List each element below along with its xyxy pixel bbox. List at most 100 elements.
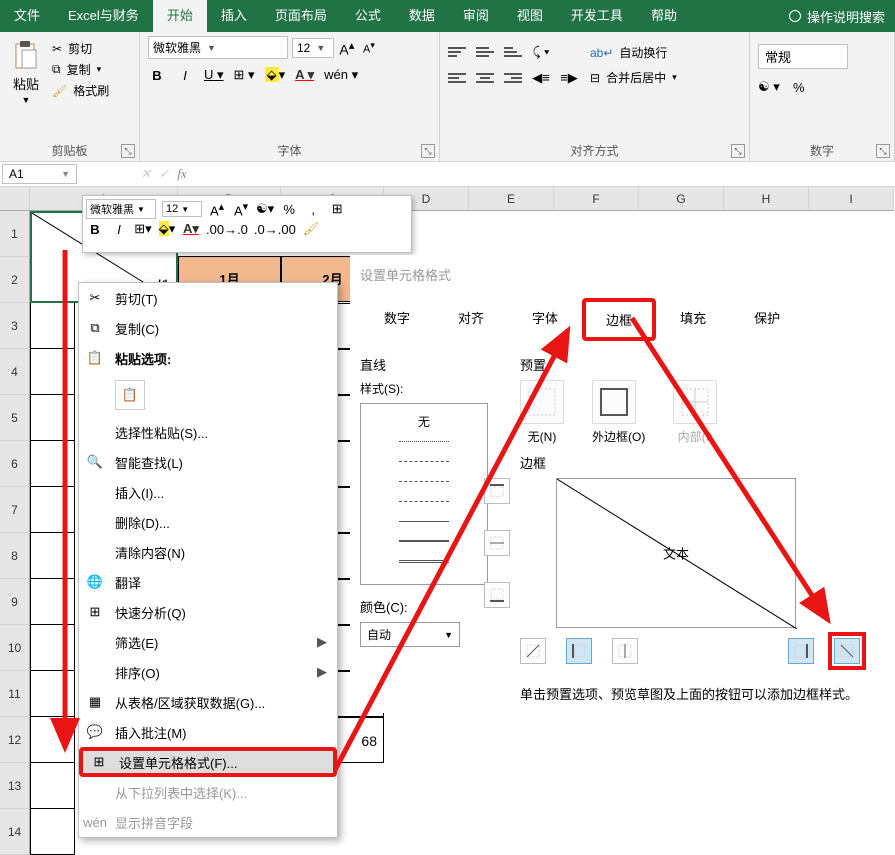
row-header-5[interactable]: 5 [0,395,30,441]
ribbon-tab-7[interactable]: 审阅 [449,0,503,32]
preset-outer-button[interactable] [592,380,636,424]
row-header-9[interactable]: 9 [0,579,30,625]
style-dashed-thin[interactable] [367,452,481,470]
row-header-4[interactable]: 4 [0,349,30,395]
mini-font-color-icon[interactable]: A▾ [182,221,200,237]
style-double[interactable] [367,552,481,570]
row-header-12[interactable]: 12 [0,717,30,763]
style-medium[interactable] [367,532,481,550]
italic-button[interactable]: I [176,68,194,83]
cell-a14[interactable] [30,809,75,855]
style-none[interactable]: 无 [367,412,481,430]
ribbon-tab-6[interactable]: 数据 [395,0,449,32]
color-select[interactable]: 自动▼ [360,622,460,647]
font-name-select[interactable]: 微软雅黑▼ [148,36,288,59]
ribbon-tab-9[interactable]: 开发工具 [557,0,637,32]
ctx-quick-analysis[interactable]: ⊞快速分析(Q) [79,597,337,627]
style-thin[interactable] [367,512,481,530]
dialog-tab-0[interactable]: 数字 [360,298,434,341]
paste-option-icon[interactable]: 📋 [115,380,145,410]
dialog-tab-3[interactable]: 边框 [582,298,656,341]
font-color-button[interactable]: A ▾ [295,67,314,83]
style-dashdot[interactable] [367,472,481,490]
ribbon-tab-5[interactable]: 公式 [341,0,395,32]
cancel-icon[interactable]: ✕ [137,166,155,182]
col-header-E[interactable]: E [469,187,554,211]
help-search[interactable]: 操作说明搜索 [807,7,885,26]
line-style-list[interactable]: 无 [360,403,488,585]
col-header-H[interactable]: H [724,187,809,211]
format-painter-button[interactable]: 🖌格式刷 [52,82,109,99]
ribbon-tab-1[interactable]: Excel与财务 [54,0,153,32]
increase-font-icon[interactable]: A▴ [338,38,356,58]
align-top-icon[interactable] [448,45,466,59]
border-mid-v-button[interactable] [612,638,638,664]
row-header-14[interactable]: 14 [0,809,30,855]
mini-comma-icon[interactable]: , [304,202,322,217]
merge-center-button[interactable]: ⊟合并后居中▾ [590,69,677,86]
ribbon-tab-4[interactable]: 页面布局 [261,0,341,32]
row-header-13[interactable]: 13 [0,763,30,809]
ctx-insert[interactable]: 插入(I)... [79,477,337,507]
cell-a13[interactable] [30,763,75,809]
cell-a9[interactable] [30,579,75,625]
ctx-clear[interactable]: 清除内容(N) [79,537,337,567]
cell-a3[interactable] [30,303,75,349]
row-header-7[interactable]: 7 [0,487,30,533]
dialog-tab-2[interactable]: 字体 [508,298,582,341]
cell-a7[interactable] [30,487,75,533]
mini-font-select[interactable]: 微软雅黑▼ [86,199,156,219]
cell-a12[interactable] [30,717,75,763]
cut-button[interactable]: ✂剪切 [52,40,109,57]
dialog-tab-1[interactable]: 对齐 [434,298,508,341]
phonetic-button[interactable]: wén ▾ [324,67,358,83]
ctx-sort[interactable]: 排序(O)▶ [79,657,337,687]
percent-button[interactable]: % [790,80,808,95]
mini-percent-icon[interactable]: % [280,202,298,217]
font-size-select[interactable]: 12▼ [292,38,334,58]
currency-button[interactable]: ☯ ▾ [758,79,780,95]
row-header-2[interactable]: 2 [0,257,30,303]
ctx-get-data[interactable]: ▦从表格/区域获取数据(G)... [79,687,337,717]
dialog-tab-5[interactable]: 保护 [730,298,804,341]
border-diag-down-button[interactable] [834,638,860,664]
decrease-indent-icon[interactable]: ◀≡ [532,70,550,86]
border-button[interactable]: ⊞ ▾ [234,67,255,83]
border-right-button[interactable] [788,638,814,664]
align-left-icon[interactable] [448,71,466,85]
mini-decrease-font-icon[interactable]: A▾ [232,200,250,218]
cell-a5[interactable] [30,395,75,441]
ctx-cut[interactable]: ✂剪切(T) [79,283,337,313]
fx-icon[interactable]: fx [173,166,191,182]
enter-icon[interactable]: ✓ [155,166,173,182]
mini-format-painter-icon[interactable]: ⊞ [328,201,346,217]
mini-inc-decimal-icon[interactable]: .0→.00 [254,222,296,237]
align-middle-icon[interactable] [476,45,494,59]
alignment-launcher-icon[interactable]: ⤡ [731,144,745,158]
mini-bold-button[interactable]: B [86,222,104,237]
align-bottom-icon[interactable] [504,45,522,59]
align-right-icon[interactable] [504,71,522,85]
mini-fill-icon[interactable]: ⬙▾ [158,221,176,237]
ctx-paste-special[interactable]: 选择性粘贴(S)... [79,417,337,447]
ctx-translate[interactable]: 🌐翻译 [79,567,337,597]
cell-a6[interactable] [30,441,75,487]
row-header-10[interactable]: 10 [0,625,30,671]
col-header-G[interactable]: G [639,187,724,211]
bold-button[interactable]: B [148,68,166,83]
number-format-select[interactable]: 常规 [758,44,848,69]
decrease-font-icon[interactable]: A▾ [360,40,378,56]
preset-none-button[interactable] [520,380,564,424]
ctx-insert-comment[interactable]: 💬插入批注(M) [79,717,337,747]
border-bottom-button[interactable] [484,582,510,608]
ctx-filter[interactable]: 筛选(E)▶ [79,627,337,657]
ribbon-tab-10[interactable]: 帮助 [637,0,691,32]
mini-italic-button[interactable]: I [110,222,128,237]
mini-currency-icon[interactable]: ☯▾ [256,201,274,217]
wrap-text-button[interactable]: ab↵自动换行 [590,44,677,61]
dialog-tab-4[interactable]: 填充 [656,298,730,341]
clipboard-launcher-icon[interactable]: ⤡ [121,144,135,158]
number-launcher-icon[interactable]: ⤡ [876,144,890,158]
increase-indent-icon[interactable]: ≡▶ [560,70,578,86]
style-dashed[interactable] [367,492,481,510]
